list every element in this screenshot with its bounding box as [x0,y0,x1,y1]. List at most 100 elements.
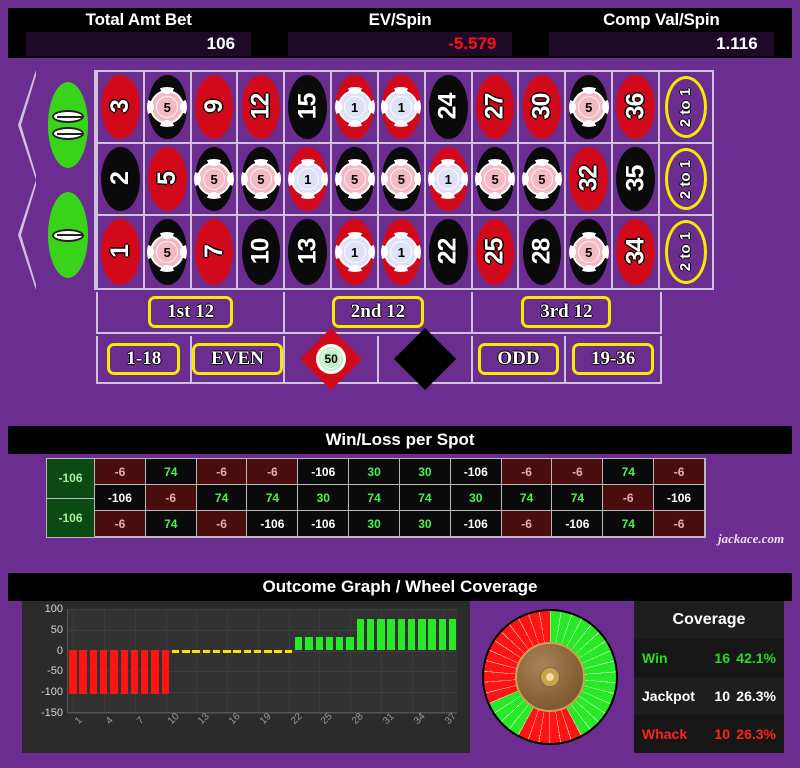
bet-cell-3[interactable]: 3 [98,72,145,144]
column-bet-2to1-row3[interactable]: 2 to 1 [660,216,712,288]
outcome-bar [171,649,180,653]
number-oval: 24 [428,74,468,140]
dozen-bet-3[interactable]: 3rd 12 [473,292,660,332]
bet-cell-10[interactable]: 10 [238,216,286,288]
bet-cell-25[interactable]: 25 [473,216,520,288]
bet-cell-00[interactable] [18,70,96,180]
chip-value: 50 [324,352,338,366]
dozen-bet-2[interactable]: 2nd 12 [285,292,473,332]
stat-value-box: 1.116 [548,32,774,56]
bet-cell-9[interactable]: 9 [191,72,239,144]
outside-bet-even[interactable]: EVEN [192,336,286,382]
chip-50[interactable]: 50 [316,344,347,374]
bet-cell-18[interactable]: 181 [332,72,379,144]
bet-cell-14[interactable]: 141 [285,144,333,216]
outside-bet-red[interactable]: 50 [285,327,379,391]
bet-cell-19[interactable]: 191 [379,216,426,288]
bet-cell-2[interactable]: 2 [98,144,145,216]
number-label: 5 [152,172,181,186]
chip-5[interactable]: 5 [568,87,609,127]
chip-1[interactable]: 1 [381,87,422,127]
winloss-cell: -6 [654,511,705,537]
bet-cell-27[interactable]: 27 [472,72,520,144]
number-oval: 3 [101,74,140,140]
zero-pip [52,127,84,140]
number-oval: 13 [288,218,328,286]
stat-label: Total Amt Bet [85,10,192,29]
outcome-bar [346,637,354,650]
bet-cell-30[interactable]: 30 [519,72,567,144]
dozen-bet-1[interactable]: 1st 12 [98,292,286,332]
column-bet-2to1-row1[interactable]: 2 to 1 [659,72,712,144]
chip-5[interactable]: 5 [334,159,375,199]
bet-cell-32[interactable]: 32 [566,144,614,216]
bet-cell-22[interactable]: 22 [426,216,473,288]
bet-cell-28[interactable]: 28 [519,216,567,288]
outcome-bar [223,649,231,653]
chip-5[interactable]: 5 [521,159,562,199]
bet-cell-5[interactable]: 5 [144,144,192,216]
chip-5[interactable]: 5 [381,159,422,199]
chip-1[interactable]: 1 [381,232,422,272]
winloss-cell: 74 [196,485,248,511]
bet-cell-13[interactable]: 13 [285,216,333,288]
bet-cell-34[interactable]: 34 [613,216,660,288]
winloss-cell: -6 [247,459,299,485]
bet-cell-16[interactable]: 161 [332,216,379,288]
chip-5[interactable]: 5 [147,232,188,272]
winloss-cell: -6 [95,511,146,537]
x-gridline: 22 [288,609,304,727]
bet-cell-8[interactable]: 85 [191,144,239,216]
y-axis-tick-label: 100 [44,603,63,615]
winloss-grid: -6 74 -6 -6 -106 30 30 -106 -6 -6 74 -6 -106 -6 74 74 30… [95,459,705,537]
x-gridline: 28 [350,609,366,727]
outcome-bar [89,649,98,694]
bet-cell-11[interactable]: 115 [238,144,286,216]
bet-cell-15[interactable]: 15 [285,72,333,144]
bet-cell-33[interactable]: 335 [566,72,614,144]
bet-cell-29[interactable]: 295 [519,144,567,216]
winloss-cell: -6 [603,485,655,511]
winloss-cell: -106 [654,485,705,511]
bet-cell-1[interactable]: 1 [98,216,145,288]
bet-cell-17[interactable]: 175 [332,144,379,216]
bet-cell-6[interactable]: 65 [144,72,192,144]
bet-cell-20[interactable]: 205 [378,144,426,216]
chip-1[interactable]: 1 [428,159,469,199]
bet-cell-36[interactable]: 36 [613,72,660,144]
bet-cell-12[interactable]: 12 [238,72,286,144]
bet-cell-23[interactable]: 231 [425,144,473,216]
winloss-table: -106 -106 -6 74 -6 -6 -106 30 30 -106 -6 -6 74 -6 -106… [46,458,706,538]
outcome-bar [418,618,426,650]
bet-cell-31[interactable]: 315 [566,216,614,288]
bet-cell-35[interactable]: 35 [613,144,660,216]
number-label: 22 [433,239,462,265]
column-bet-2to1-row2[interactable]: 2 to 1 [659,144,712,216]
bet-cell-24[interactable]: 24 [425,72,473,144]
bet-cell-4[interactable]: 45 [145,216,192,288]
bet-cell-21[interactable]: 211 [378,72,426,144]
chip-1[interactable]: 1 [287,159,328,199]
number-oval: 12 [241,74,281,140]
bet-cell-7[interactable]: 7 [192,216,239,288]
chip-1[interactable]: 1 [334,232,375,272]
chip-5[interactable]: 5 [240,159,281,199]
winloss-cell: 30 [399,459,451,485]
chip-5[interactable]: 5 [568,232,609,272]
chip-5[interactable]: 5 [147,87,188,127]
chip-1[interactable]: 1 [334,87,375,127]
y-axis-tick-label: -50 [47,665,63,678]
bet-cell-0[interactable] [18,180,96,290]
outside-bet-black[interactable] [379,327,473,391]
outcome-bar [448,618,457,650]
outside-bet-19-36[interactable]: 19-36 [566,336,660,382]
chip-5[interactable]: 5 [194,159,235,199]
outside-bet-odd[interactable]: ODD [473,336,567,382]
outside-bet-1-18[interactable]: 1-18 [98,336,192,382]
y-axis-tick-label: -150 [40,707,63,719]
x-axis-tick-label: 7 [134,715,147,727]
chip-5[interactable]: 5 [475,159,516,199]
outcome-bar [305,637,313,650]
column-bet-oval: 2 to 1 [664,76,707,138]
bet-cell-26[interactable]: 265 [472,144,520,216]
